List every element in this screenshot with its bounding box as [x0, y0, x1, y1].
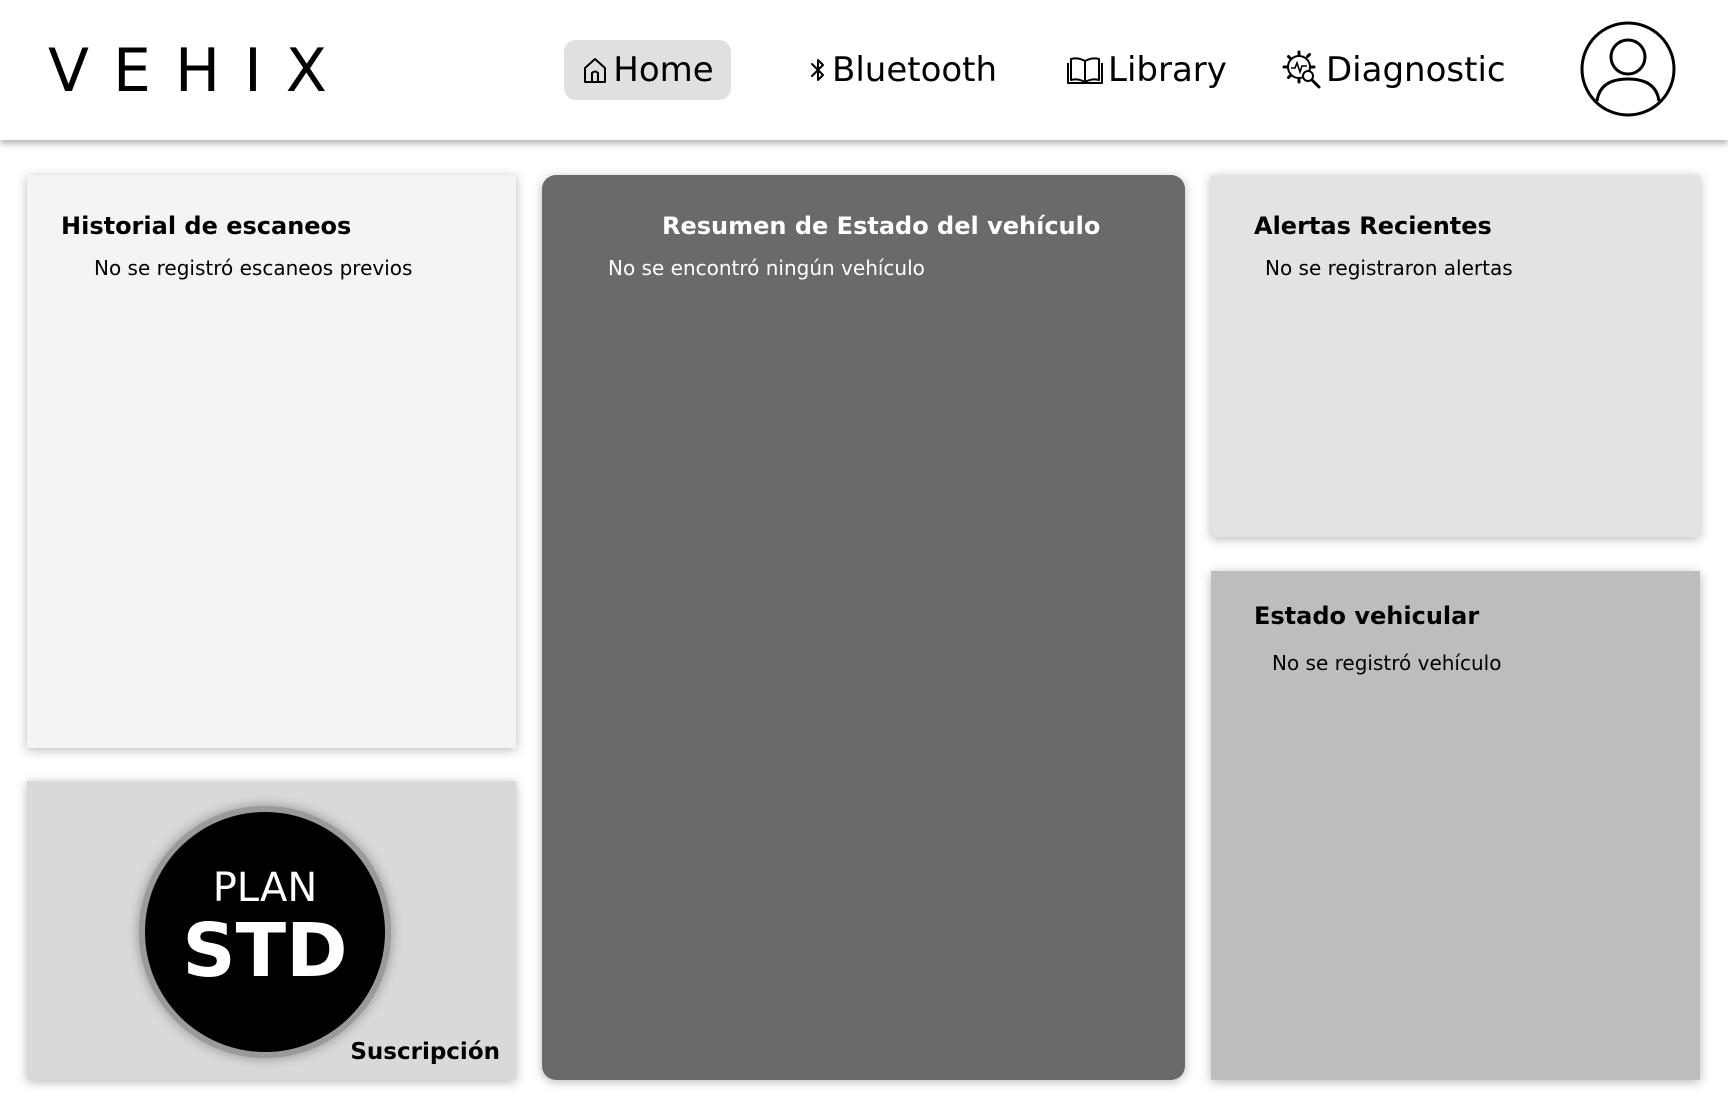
user-avatar-icon[interactable] — [1580, 21, 1676, 117]
vehicle-status-summary-title: Resumen de Estado del vehículo — [662, 212, 1101, 240]
book-icon — [1066, 54, 1104, 86]
nav-item-library[interactable]: Library — [1066, 40, 1227, 100]
recent-alerts-card: Alertas Recientes No se registraron aler… — [1211, 175, 1700, 537]
plan-label: PLAN — [212, 865, 318, 911]
subscription-caption: Suscripción — [350, 1039, 500, 1065]
diagnostic-gear-icon — [1282, 50, 1322, 90]
recent-alerts-empty-message: No se registraron alertas — [1265, 256, 1513, 280]
vehicle-state-card: Estado vehicular No se registró vehículo — [1211, 571, 1700, 1080]
scan-history-title: Historial de escaneos — [61, 212, 352, 240]
nav-item-diagnostic-label: Diagnostic — [1326, 50, 1506, 90]
subscription-card: PLAN STD Suscripción — [27, 781, 516, 1080]
nav-item-bluetooth[interactable]: Bluetooth — [808, 40, 997, 100]
vehicle-status-summary-card: Resumen de Estado del vehículo No se enc… — [542, 175, 1185, 1080]
plan-code: STD — [182, 908, 348, 994]
nav-item-home-label: Home — [613, 50, 714, 90]
vehicle-status-summary-empty-message: No se encontró ningún vehículo — [608, 256, 925, 280]
nav-item-home[interactable]: Home — [564, 40, 731, 100]
vehicle-state-empty-message: No se registró vehículo — [1272, 651, 1502, 675]
top-navigation-bar: VEHIX Home Bluetooth Library Diagnostic — [0, 0, 1728, 140]
recent-alerts-title: Alertas Recientes — [1254, 212, 1492, 240]
nav-item-library-label: Library — [1108, 50, 1227, 90]
nav-item-bluetooth-label: Bluetooth — [832, 50, 998, 90]
vehix-logo[interactable]: VEHIX — [48, 36, 351, 106]
vehicle-state-title: Estado vehicular — [1254, 602, 1480, 630]
bluetooth-icon — [808, 55, 828, 85]
nav-item-diagnostic[interactable]: Diagnostic — [1282, 40, 1506, 100]
scan-history-card: Historial de escaneos No se registró esc… — [27, 175, 516, 748]
plan-badge[interactable]: PLAN STD — [145, 812, 385, 1052]
home-icon — [581, 55, 609, 85]
scan-history-empty-message: No se registró escaneos previos — [94, 256, 413, 280]
